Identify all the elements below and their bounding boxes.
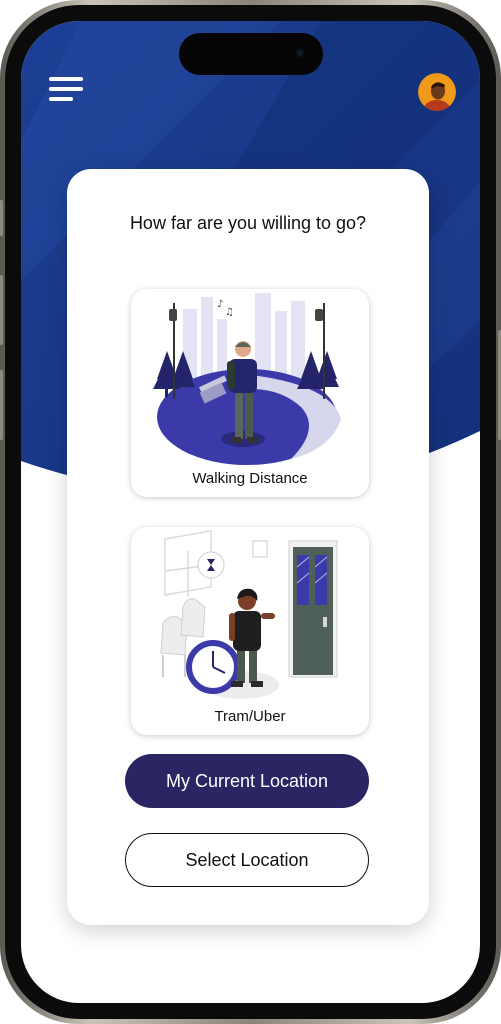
app-screen: How far are you willing to go? ♪ ♫ Walki… bbox=[21, 21, 480, 1003]
waiting-person-clock-door-illustration bbox=[160, 530, 338, 699]
option-label: Tram/Uber bbox=[214, 708, 286, 725]
option-label: Walking Distance bbox=[192, 470, 308, 487]
walking-person-park-illustration: ♪ ♫ bbox=[153, 293, 341, 465]
front-camera bbox=[294, 48, 305, 58]
my-current-location-button[interactable]: My Current Location bbox=[125, 754, 369, 808]
question-heading: How far are you willing to go? bbox=[129, 213, 367, 233]
volume-down-button bbox=[0, 370, 3, 440]
svg-text:♪: ♪ bbox=[217, 299, 223, 310]
hamburger-menu-icon[interactable] bbox=[49, 77, 83, 103]
phone-bezel: How far are you willing to go? ♪ ♫ Walki… bbox=[5, 5, 496, 1019]
travel-preference-card: How far are you willing to go? ♪ ♫ Walki… bbox=[67, 169, 429, 925]
menu-bar bbox=[49, 87, 83, 91]
user-avatar[interactable] bbox=[418, 73, 456, 111]
action-button bbox=[0, 200, 3, 236]
option-walking-distance[interactable]: ♪ ♫ Walking Distance bbox=[131, 289, 369, 497]
dynamic-island bbox=[178, 33, 323, 75]
volume-up-button bbox=[0, 275, 3, 345]
option-tram-uber[interactable]: Tram/Uber bbox=[131, 527, 369, 735]
select-location-button[interactable]: Select Location bbox=[125, 833, 369, 887]
avatar-portrait-icon bbox=[418, 73, 456, 111]
svg-text:♫: ♫ bbox=[225, 307, 234, 318]
phone-frame: How far are you willing to go? ♪ ♫ Walki… bbox=[0, 0, 501, 1024]
menu-bar bbox=[49, 97, 73, 101]
menu-bar bbox=[49, 77, 83, 81]
